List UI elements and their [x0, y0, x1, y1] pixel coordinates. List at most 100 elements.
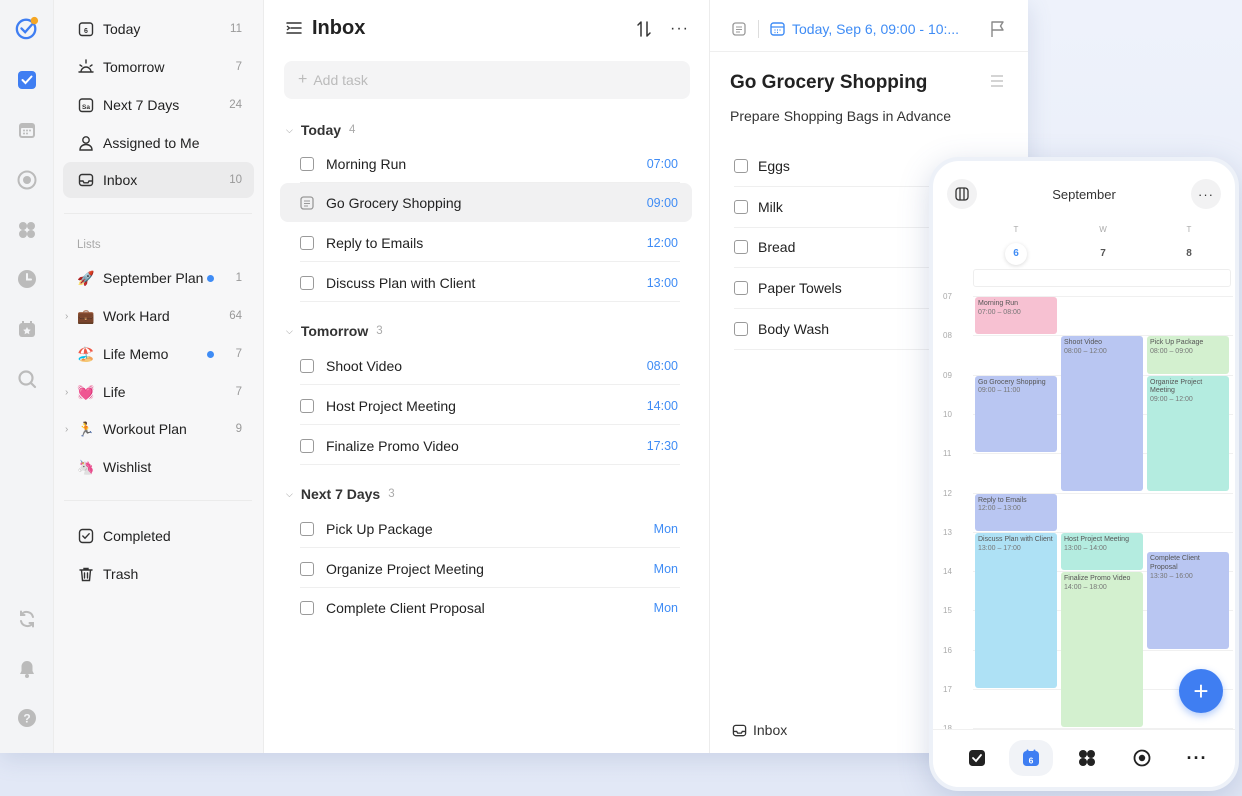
- section-header-today[interactable]: ⌵ Today 4: [286, 122, 355, 138]
- checklist-checkbox[interactable]: [734, 159, 748, 173]
- sidebar-item-trash[interactable]: Trash: [63, 556, 254, 592]
- section-header-next-7-days[interactable]: ⌵ Next 7 Days 3: [286, 486, 395, 502]
- checklist-checkbox[interactable]: [734, 200, 748, 214]
- task-checkbox[interactable]: [300, 600, 314, 615]
- calendar-event[interactable]: Host Project Meeting 13:00 – 14:00: [1061, 532, 1143, 571]
- chevron-down-icon[interactable]: ⌵: [286, 326, 293, 337]
- chevron-right-icon[interactable]: ›: [65, 424, 68, 435]
- task-row-selected[interactable]: Go Grocery Shopping 09:00: [280, 183, 692, 222]
- calendar-event[interactable]: Morning Run 07:00 – 08:00: [975, 297, 1057, 335]
- calendar-event[interactable]: Finalize Promo Video 14:00 – 18:00: [1061, 572, 1143, 728]
- sidebar-item-label: Life Memo: [103, 346, 169, 362]
- notification-bell-icon[interactable]: [15, 657, 39, 681]
- task-checkbox[interactable]: [300, 398, 314, 413]
- due-date-button[interactable]: Today, Sep 6, 09:00 - 10:...: [792, 21, 959, 37]
- task-row[interactable]: Morning Run 07:00: [280, 144, 692, 183]
- sidebar-item-inbox[interactable]: Inbox 10: [63, 162, 254, 198]
- add-event-button[interactable]: +: [1179, 669, 1223, 713]
- task-checkbox[interactable]: [300, 275, 314, 290]
- sidebar-toggle-icon[interactable]: [286, 20, 302, 41]
- search-icon[interactable]: [15, 367, 39, 391]
- add-task-input[interactable]: + Add task: [284, 61, 690, 99]
- sidebar-item-completed[interactable]: Completed: [63, 518, 254, 554]
- checklist-checkbox[interactable]: [734, 240, 748, 254]
- sync-icon[interactable]: [15, 607, 39, 631]
- sidebar-item-work-hard[interactable]: › 💼 Work Hard 64: [63, 298, 254, 334]
- checklist-checkbox[interactable]: [734, 281, 748, 295]
- calendar-event[interactable]: Organize Project Meeting 09:00 – 12:00: [1147, 375, 1229, 492]
- task-detail-title[interactable]: Go Grocery Shopping: [730, 72, 927, 94]
- tab-matrix-icon[interactable]: [1065, 740, 1109, 776]
- sidebar-item-tomorrow[interactable]: Tomorrow 7: [63, 49, 254, 85]
- tab-tasks-icon[interactable]: [955, 740, 999, 776]
- sidebar-item-life-memo[interactable]: 🏖️ Life Memo 7: [63, 336, 254, 372]
- checklist-checkbox[interactable]: [734, 322, 748, 336]
- task-row[interactable]: Host Project Meeting 14:00: [280, 386, 692, 425]
- calendar-icon[interactable]: [15, 118, 39, 142]
- calendar-event[interactable]: Discuss Plan with Client 13:00 – 17:00: [975, 532, 1057, 688]
- task-row[interactable]: Pick Up Package Mon: [280, 509, 692, 548]
- sidebar-item-next-7-days[interactable]: Sa Next 7 Days 24: [63, 87, 254, 123]
- chevron-right-icon[interactable]: ›: [65, 311, 68, 322]
- sidebar-item-assigned-to-me[interactable]: Assigned to Me: [63, 125, 254, 161]
- task-row[interactable]: Reply to Emails 12:00: [280, 223, 692, 262]
- sort-icon[interactable]: [636, 20, 652, 43]
- app-logo-icon[interactable]: [15, 16, 39, 40]
- sidebar-item-label: Life: [103, 384, 126, 400]
- calendar-event[interactable]: Reply to Emails 12:00 – 13:00: [975, 493, 1057, 531]
- task-checkbox[interactable]: [300, 438, 314, 453]
- task-row[interactable]: Shoot Video 08:00: [280, 346, 692, 385]
- priority-flag-icon[interactable]: [990, 20, 1006, 43]
- calendar-event[interactable]: Shoot Video 08:00 – 12:00: [1061, 336, 1143, 492]
- tab-focus-icon[interactable]: [1120, 740, 1164, 776]
- task-checkbox-detail[interactable]: [732, 22, 746, 41]
- sidebar-item-today[interactable]: 6 Today 11: [63, 11, 254, 47]
- chevron-down-icon[interactable]: ⌵: [286, 125, 293, 136]
- checklist-toggle-icon[interactable]: [990, 74, 1004, 93]
- task-row[interactable]: Finalize Promo Video 17:30: [280, 426, 692, 465]
- clock-icon[interactable]: [15, 267, 39, 291]
- task-checkbox-icon[interactable]: [15, 68, 39, 92]
- chevron-right-icon[interactable]: ›: [65, 387, 68, 398]
- day-of-week: W: [1099, 225, 1107, 234]
- sidebar-item-life[interactable]: › 💓 Life 7: [63, 374, 254, 410]
- help-icon[interactable]: ?: [15, 706, 39, 730]
- task-checkbox[interactable]: [300, 561, 314, 576]
- hour-label: 15: [943, 606, 952, 616]
- task-checkbox[interactable]: [300, 521, 314, 536]
- more-options-icon[interactable]: ···: [1191, 179, 1221, 209]
- sidebar-item-workout-plan[interactable]: › 🏃 Workout Plan 9: [63, 411, 254, 447]
- sidebar-item-wishlist[interactable]: 🦄 Wishlist: [63, 449, 254, 485]
- more-options-icon[interactable]: ···: [670, 20, 689, 38]
- calendar-event[interactable]: Go Grocery Shopping 09:00 – 11:00: [975, 375, 1057, 453]
- all-day-row[interactable]: [973, 269, 1231, 287]
- note-icon[interactable]: [300, 195, 314, 210]
- tab-calendar-icon[interactable]: 6: [1009, 740, 1053, 776]
- task-checkbox[interactable]: [300, 358, 314, 373]
- matrix-icon[interactable]: [15, 218, 39, 242]
- list-selector[interactable]: Inbox: [732, 722, 787, 738]
- section-header-tomorrow[interactable]: ⌵ Tomorrow 3: [286, 323, 383, 339]
- task-row[interactable]: Complete Client Proposal Mon: [280, 588, 692, 627]
- sidebar-item-september-plan[interactable]: 🚀 September Plan 1: [63, 260, 254, 296]
- svg-text:?: ?: [23, 712, 30, 726]
- sidebar-item-label: Workout Plan: [103, 421, 187, 437]
- habit-icon[interactable]: [15, 317, 39, 341]
- day-number[interactable]: 7: [1092, 243, 1114, 265]
- day-number-today[interactable]: 6: [1005, 243, 1027, 265]
- task-checkbox[interactable]: [300, 235, 314, 250]
- calendar-event[interactable]: Pick Up Package 08:00 – 09:00: [1147, 336, 1229, 374]
- sidebar-item-label: Trash: [103, 566, 139, 582]
- task-checkbox[interactable]: [300, 156, 314, 171]
- task-due-time: 07:00: [646, 156, 678, 171]
- task-row[interactable]: Organize Project Meeting Mon: [280, 549, 692, 588]
- calendar-event[interactable]: Complete Client Proposal 13:30 – 16:00: [1147, 552, 1229, 649]
- focus-icon[interactable]: [15, 168, 39, 192]
- plus-icon: +: [298, 71, 308, 88]
- chevron-down-icon[interactable]: ⌵: [286, 489, 293, 500]
- tab-more-icon[interactable]: ···: [1175, 740, 1219, 776]
- hour-label: 07: [943, 292, 952, 301]
- task-description[interactable]: Prepare Shopping Bags in Advance: [730, 108, 951, 124]
- task-row[interactable]: Discuss Plan with Client 13:00: [280, 263, 692, 302]
- day-number[interactable]: 8: [1178, 243, 1200, 265]
